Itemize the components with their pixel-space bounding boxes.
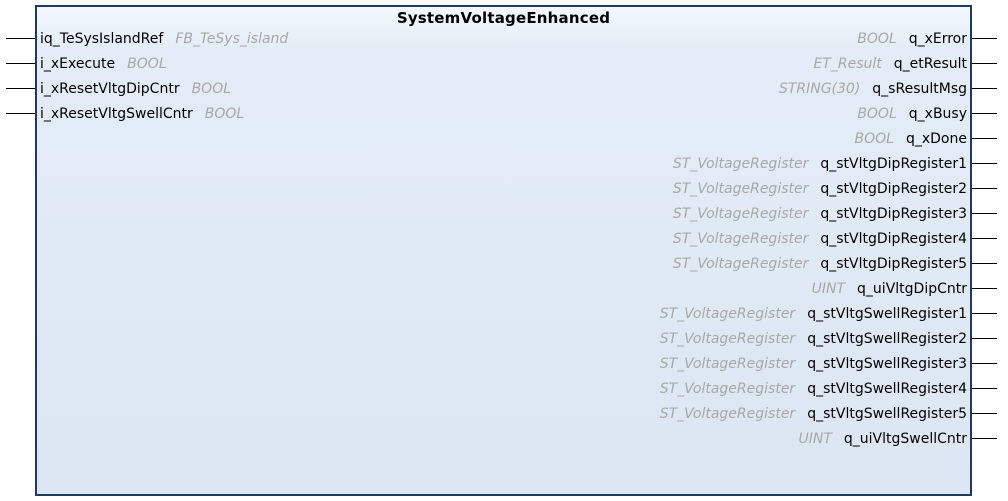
input-pin-name: i_xExecute: [40, 56, 116, 72]
output-pin-type: ST_VoltageRegister: [672, 156, 809, 172]
output-pin-q_etResult[interactable]: ET_Result q_etResult: [813, 52, 967, 77]
input-pin-name: iq_TeSysIslandRef: [40, 31, 164, 47]
output-pin-q_stVltgDipRegister5[interactable]: ST_VoltageRegister q_stVltgDipRegister5: [673, 252, 967, 277]
output-pin-q_sResultMsg[interactable]: STRING(30) q_sResultMsg: [779, 77, 967, 102]
output-pin-type: ST_VoltageRegister: [672, 231, 809, 247]
output-pin-q_stVltgDipRegister4[interactable]: ST_VoltageRegister q_stVltgDipRegister4: [673, 227, 967, 252]
output-wire[interactable]: [972, 213, 997, 214]
output-pin-q_stVltgSwellRegister1[interactable]: ST_VoltageRegister q_stVltgSwellRegister1: [660, 302, 967, 327]
output-pin-q_stVltgDipRegister2[interactable]: ST_VoltageRegister q_stVltgDipRegister2: [673, 177, 967, 202]
block-title: SystemVoltageEnhanced: [396, 9, 611, 27]
output-pin-name: q_stVltgDipRegister1: [820, 156, 967, 172]
input-pin-type: BOOL: [191, 81, 232, 97]
output-pin-q_stVltgSwellRegister2[interactable]: ST_VoltageRegister q_stVltgSwellRegister2: [660, 327, 967, 352]
input-wire[interactable]: [6, 113, 35, 114]
output-wire[interactable]: [972, 388, 997, 389]
output-wire[interactable]: [972, 238, 997, 239]
output-pin-name: q_stVltgDipRegister5: [820, 256, 967, 272]
output-wire[interactable]: [972, 63, 997, 64]
output-pin-q_uiVltgDipCntr[interactable]: UINT q_uiVltgDipCntr: [812, 277, 967, 302]
output-pin-type: BOOL: [857, 31, 897, 47]
output-wire[interactable]: [972, 363, 997, 364]
output-pin-type: ST_VoltageRegister: [659, 306, 796, 322]
input-pin-i_xResetVltgSwellCntr[interactable]: i_xResetVltgSwellCntr BOOL: [40, 102, 244, 127]
output-pin-type: BOOL: [854, 131, 894, 147]
output-pin-q_stVltgSwellRegister4[interactable]: ST_VoltageRegister q_stVltgSwellRegister4: [660, 377, 967, 402]
input-wire[interactable]: [6, 88, 35, 89]
output-pin-type: ST_VoltageRegister: [672, 181, 809, 197]
output-wire[interactable]: [972, 288, 997, 289]
output-wire[interactable]: [972, 338, 997, 339]
output-pin-q_stVltgDipRegister1[interactable]: ST_VoltageRegister q_stVltgDipRegister1: [673, 152, 967, 177]
output-pin-type: ST_VoltageRegister: [659, 381, 796, 397]
input-pin-i_xExecute[interactable]: i_xExecute BOOL: [40, 52, 167, 77]
output-wire[interactable]: [972, 163, 997, 164]
output-pin-q_xBusy[interactable]: BOOL q_xBusy: [857, 102, 967, 127]
function-block[interactable]: SystemVoltageEnhanced iq_TeSysIslandRef F…: [35, 5, 972, 496]
output-pin-name: q_stVltgDipRegister3: [820, 206, 967, 222]
output-wire[interactable]: [972, 38, 997, 39]
output-pin-q_stVltgDipRegister3[interactable]: ST_VoltageRegister q_stVltgDipRegister3: [673, 202, 967, 227]
input-wire[interactable]: [6, 63, 35, 64]
output-pin-name: q_uiVltgDipCntr: [857, 281, 967, 297]
output-wire[interactable]: [972, 138, 997, 139]
input-pin-i_xResetVltgDipCntr[interactable]: i_xResetVltgDipCntr BOOL: [40, 77, 231, 102]
output-wire[interactable]: [972, 313, 997, 314]
output-pin-type: STRING(30): [778, 81, 861, 97]
output-wire[interactable]: [972, 413, 997, 414]
input-wire[interactable]: [6, 38, 35, 39]
output-pin-type: UINT: [811, 281, 846, 297]
input-pin-name: i_xResetVltgDipCntr: [40, 81, 180, 97]
output-pin-name: q_stVltgSwellRegister5: [807, 406, 967, 422]
input-pin-name: i_xResetVltgSwellCntr: [40, 106, 193, 122]
output-pin-type: ST_VoltageRegister: [672, 206, 809, 222]
output-pin-name: q_sResultMsg: [872, 81, 967, 97]
output-pin-type: ST_VoltageRegister: [672, 256, 809, 272]
output-pin-name: q_stVltgSwellRegister3: [807, 356, 967, 372]
output-pin-type: BOOL: [857, 106, 897, 122]
output-wire[interactable]: [972, 438, 997, 439]
output-wire[interactable]: [972, 263, 997, 264]
output-pin-q_xError[interactable]: BOOL q_xError: [857, 27, 967, 52]
output-pin-name: q_uiVltgSwellCntr: [843, 431, 967, 447]
input-pin-type: BOOL: [204, 106, 245, 122]
output-pin-name: q_stVltgSwellRegister2: [807, 331, 967, 347]
output-pin-type: ST_VoltageRegister: [659, 406, 796, 422]
output-wire[interactable]: [972, 188, 997, 189]
output-pin-q_stVltgSwellRegister3[interactable]: ST_VoltageRegister q_stVltgSwellRegister3: [660, 352, 967, 377]
output-wire[interactable]: [972, 113, 997, 114]
output-wire[interactable]: [972, 88, 997, 89]
input-pin-iq_TeSysIslandRef[interactable]: iq_TeSysIslandRef FB_TeSys_island: [40, 27, 288, 52]
output-pin-name: q_xBusy: [908, 106, 967, 122]
output-pin-q_stVltgSwellRegister5[interactable]: ST_VoltageRegister q_stVltgSwellRegister5: [660, 402, 967, 427]
input-pin-type: BOOL: [127, 56, 167, 72]
output-pin-name: q_xError: [908, 31, 967, 47]
output-pin-name: q_stVltgDipRegister4: [820, 231, 967, 247]
output-pin-type: UINT: [798, 431, 832, 447]
output-pin-name: q_stVltgDipRegister2: [820, 181, 967, 197]
output-pin-name: q_xDone: [905, 131, 967, 147]
output-pin-type: ET_Result: [813, 56, 882, 72]
output-pin-type: ST_VoltageRegister: [659, 356, 796, 372]
output-pin-q_xDone[interactable]: BOOL q_xDone: [855, 127, 967, 152]
output-pin-name: q_stVltgSwellRegister1: [807, 306, 967, 322]
output-pin-name: q_etResult: [893, 56, 967, 72]
input-pin-type: FB_TeSys_island: [175, 31, 289, 47]
output-pin-q_uiVltgSwellCntr[interactable]: UINT q_uiVltgSwellCntr: [798, 427, 967, 452]
output-pin-name: q_stVltgSwellRegister4: [807, 381, 967, 397]
output-pin-type: ST_VoltageRegister: [659, 331, 796, 347]
